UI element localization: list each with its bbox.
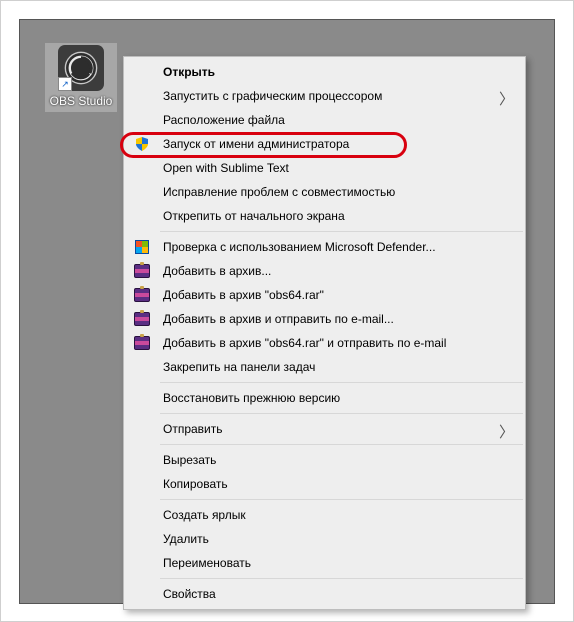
menu-label: Восстановить прежнюю версию <box>153 391 494 405</box>
menu-item-copy[interactable]: Копировать <box>125 472 524 496</box>
menu-item-defender[interactable]: Проверка с использованием Microsoft Defe… <box>125 235 524 259</box>
menu-item-cut[interactable]: Вырезать <box>125 448 524 472</box>
menu-item-unpin-start[interactable]: Открепить от начального экрана <box>125 204 524 228</box>
defender-icon <box>131 240 153 254</box>
winrar-icon <box>131 264 153 278</box>
winrar-icon <box>131 336 153 350</box>
separator <box>160 413 523 414</box>
menu-item-properties[interactable]: Свойства <box>125 582 524 606</box>
desktop-icon-obs[interactable]: ↗ OBS Studio <box>45 43 117 112</box>
menu-label: Свойства <box>153 587 494 601</box>
menu-label: Запуск от имени администратора <box>153 137 494 151</box>
menu-label: Копировать <box>153 477 494 491</box>
menu-label: Проверка с использованием Microsoft Defe… <box>153 240 494 254</box>
menu-item-add-email[interactable]: Добавить в архив и отправить по e-mail..… <box>125 307 524 331</box>
menu-label: Добавить в архив "obs64.rar" <box>153 288 494 302</box>
menu-item-pin-taskbar[interactable]: Закрепить на панели задач <box>125 355 524 379</box>
obs-app-icon: ↗ <box>58 45 104 91</box>
outer-frame: ↗ OBS Studio Открыть Запустить с графиче… <box>0 0 574 622</box>
separator <box>160 578 523 579</box>
winrar-icon <box>131 312 153 326</box>
menu-label: Создать ярлык <box>153 508 494 522</box>
menu-label: Расположение файла <box>153 113 494 127</box>
menu-item-rename[interactable]: Переименовать <box>125 551 524 575</box>
submenu-arrow-icon: 〉 <box>499 88 514 109</box>
menu-label: Добавить в архив "obs64.rar" и отправить… <box>153 336 494 350</box>
separator <box>160 444 523 445</box>
menu-label: Закрепить на панели задач <box>153 360 494 374</box>
menu-label: Открепить от начального экрана <box>153 209 494 223</box>
menu-label: Удалить <box>153 532 494 546</box>
shortcut-arrow-icon: ↗ <box>58 77 72 91</box>
menu-item-send-to[interactable]: Отправить 〉 <box>125 417 524 441</box>
desktop-area[interactable]: ↗ OBS Studio Открыть Запустить с графиче… <box>20 20 554 603</box>
menu-item-add-obs64[interactable]: Добавить в архив "obs64.rar" <box>125 283 524 307</box>
menu-label: Отправить <box>153 422 494 436</box>
menu-item-open[interactable]: Открыть <box>125 60 524 84</box>
separator <box>160 382 523 383</box>
separator <box>160 499 523 500</box>
menu-item-sublime[interactable]: Open with Sublime Text <box>125 156 524 180</box>
menu-label: Исправление проблем с совместимостью <box>153 185 494 199</box>
menu-item-delete[interactable]: Удалить <box>125 527 524 551</box>
menu-item-create-shortcut[interactable]: Создать ярлык <box>125 503 524 527</box>
menu-item-compat[interactable]: Исправление проблем с совместимостью <box>125 180 524 204</box>
menu-item-run-as-admin[interactable]: Запуск от имени администратора <box>125 132 524 156</box>
menu-label: Open with Sublime Text <box>153 161 494 175</box>
menu-label: Добавить в архив... <box>153 264 494 278</box>
desktop-icon-label: OBS Studio <box>50 94 113 108</box>
menu-item-add-obs64-email[interactable]: Добавить в архив "obs64.rar" и отправить… <box>125 331 524 355</box>
context-menu: Открыть Запустить с графическим процессо… <box>123 56 526 610</box>
menu-label: Добавить в архив и отправить по e-mail..… <box>153 312 494 326</box>
separator <box>160 231 523 232</box>
uac-shield-icon <box>131 136 153 152</box>
menu-label: Запустить с графическим процессором <box>153 89 494 103</box>
menu-label: Вырезать <box>153 453 494 467</box>
menu-item-restore-prev[interactable]: Восстановить прежнюю версию <box>125 386 524 410</box>
winrar-icon <box>131 288 153 302</box>
menu-label: Переименовать <box>153 556 494 570</box>
menu-label: Открыть <box>153 65 494 79</box>
submenu-arrow-icon: 〉 <box>499 421 514 442</box>
menu-item-file-location[interactable]: Расположение файла <box>125 108 524 132</box>
menu-item-gpu[interactable]: Запустить с графическим процессором 〉 <box>125 84 524 108</box>
menu-item-add-archive[interactable]: Добавить в архив... <box>125 259 524 283</box>
